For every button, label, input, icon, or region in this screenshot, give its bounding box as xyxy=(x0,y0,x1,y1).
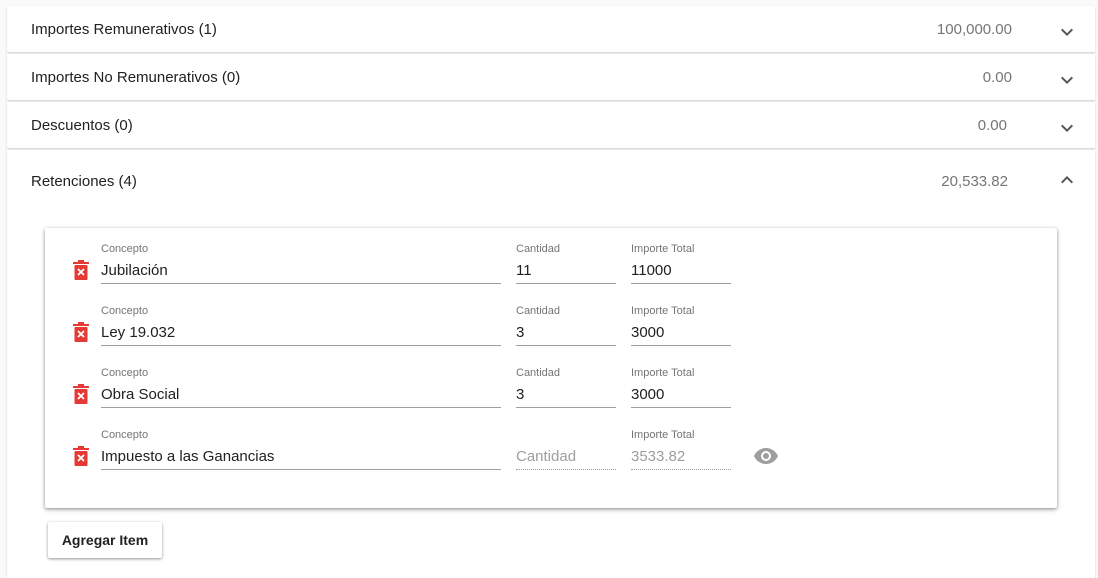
importe-total-input xyxy=(631,444,731,470)
retenciones-items-card: Concepto Cantidad Importe Total Concepto… xyxy=(45,228,1057,508)
concepto-label: Concepto xyxy=(101,367,149,379)
importe-total-input[interactable] xyxy=(631,320,731,346)
panel-amount: 0.00 xyxy=(977,117,1007,134)
item-row: Concepto Cantidad Importe Total xyxy=(45,305,1057,361)
cantidad-label: Cantidad xyxy=(516,243,561,255)
importe-total-field: Importe Total xyxy=(631,305,731,349)
importe-total-field: Importe Total xyxy=(631,429,731,473)
concepto-field: Concepto xyxy=(101,367,501,411)
chevron-down-icon[interactable] xyxy=(1061,76,1073,84)
importe-total-label: Importe Total xyxy=(631,429,695,441)
eye-icon[interactable] xyxy=(754,448,778,464)
panel-amount: 20,533.82 xyxy=(941,173,1008,190)
cantidad-input xyxy=(516,444,616,470)
concepto-input[interactable] xyxy=(101,320,501,346)
panel-title: Importes Remunerativos (1) xyxy=(31,21,217,38)
panel-title: Descuentos (0) xyxy=(31,117,133,134)
concepto-field: Concepto xyxy=(101,429,501,473)
importe-total-label: Importe Total xyxy=(631,367,695,379)
item-row: Concepto Cantidad Importe Total xyxy=(45,367,1057,423)
panel-header-retenciones[interactable]: Retenciones (4) 20,533.82 xyxy=(7,150,1095,214)
panel-importes-remunerativos: Importes Remunerativos (1) 100,000.00 xyxy=(7,6,1095,52)
cantidad-field: Cantidad xyxy=(516,305,616,349)
panel-title: Importes No Remunerativos (0) xyxy=(31,69,241,86)
panel-amount: 0.00 xyxy=(982,69,1012,86)
agregar-item-button[interactable]: Agregar Item xyxy=(48,522,162,558)
cantidad-label: Cantidad xyxy=(516,367,561,379)
concepto-label: Concepto xyxy=(101,429,149,441)
panel-header-importes-remunerativos[interactable]: Importes Remunerativos (1) 100,000.00 xyxy=(7,6,1095,52)
chevron-up-icon[interactable] xyxy=(1061,176,1073,184)
panel-header-descuentos[interactable]: Descuentos (0) 0.00 xyxy=(7,102,1095,148)
delete-forever-icon[interactable] xyxy=(73,446,89,466)
cantidad-label: Cantidad xyxy=(516,305,561,317)
importe-total-input[interactable] xyxy=(631,258,731,284)
concepto-label: Concepto xyxy=(101,243,149,255)
delete-forever-icon[interactable] xyxy=(73,322,89,342)
cantidad-input[interactable] xyxy=(516,258,616,284)
delete-forever-icon[interactable] xyxy=(73,260,89,280)
importe-total-field: Importe Total xyxy=(631,243,731,287)
chevron-down-icon[interactable] xyxy=(1061,28,1073,36)
panel-descuentos: Descuentos (0) 0.00 xyxy=(7,102,1095,148)
item-row: Concepto Importe Total xyxy=(45,429,1057,485)
concepto-input[interactable] xyxy=(101,258,501,284)
cantidad-field xyxy=(516,429,616,473)
panel-amount: 100,000.00 xyxy=(936,21,1012,38)
cantidad-field: Cantidad xyxy=(516,243,616,287)
concepto-label: Concepto xyxy=(101,305,149,317)
importe-total-input[interactable] xyxy=(631,382,731,408)
importe-total-label: Importe Total xyxy=(631,243,695,255)
importe-total-field: Importe Total xyxy=(631,367,731,411)
cantidad-input[interactable] xyxy=(516,320,616,346)
concepto-field: Concepto xyxy=(101,305,501,349)
concepto-input[interactable] xyxy=(101,382,501,408)
concepto-input[interactable] xyxy=(101,444,501,470)
item-row: Concepto Cantidad Importe Total xyxy=(45,243,1057,299)
panel-header-importes-no-remunerativos[interactable]: Importes No Remunerativos (0) 0.00 xyxy=(7,54,1095,100)
panel-title: Retenciones (4) xyxy=(31,173,137,190)
delete-forever-icon[interactable] xyxy=(73,384,89,404)
chevron-down-icon[interactable] xyxy=(1061,124,1073,132)
cantidad-field: Cantidad xyxy=(516,367,616,411)
panel-importes-no-remunerativos: Importes No Remunerativos (0) 0.00 xyxy=(7,54,1095,100)
importe-total-label: Importe Total xyxy=(631,305,695,317)
cantidad-input[interactable] xyxy=(516,382,616,408)
concepto-field: Concepto xyxy=(101,243,501,287)
